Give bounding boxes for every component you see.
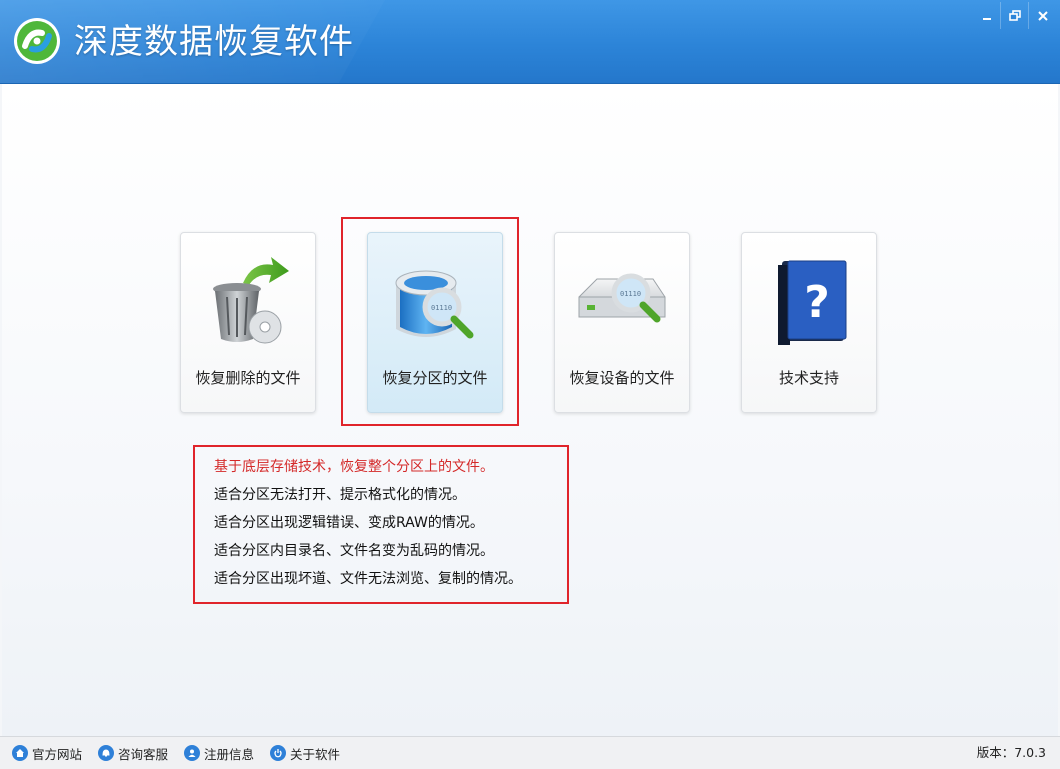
minimize-icon bbox=[982, 17, 991, 20]
recover-deleted-files-card[interactable]: 恢复删除的文件 bbox=[180, 232, 316, 413]
help-book-icon: ? bbox=[778, 260, 847, 345]
close-icon bbox=[1037, 10, 1048, 21]
description-line: 适合分区出现坏道、文件无法浏览、复制的情况。 bbox=[214, 571, 522, 587]
user-icon bbox=[184, 745, 200, 761]
status-link-label: 注册信息 bbox=[204, 746, 255, 762]
minimize-button[interactable] bbox=[973, 2, 1000, 29]
description-line: 适合分区无法打开、提示格式化的情况。 bbox=[214, 487, 466, 503]
device-search-icon: 01110 bbox=[578, 273, 666, 323]
status-link-label: 关于软件 bbox=[290, 746, 341, 762]
svg-text:01110: 01110 bbox=[620, 290, 641, 298]
power-icon bbox=[270, 745, 286, 761]
recycle-bin-icon bbox=[213, 257, 289, 344]
official-website-link[interactable]: 官方网站 bbox=[12, 743, 82, 763]
window-controls bbox=[973, 2, 1056, 29]
main-panel: 恢复删除的文件 01110 恢复分区的文件 01110 恢复设备的文件 ? 技术… bbox=[2, 84, 1058, 736]
svg-text:?: ? bbox=[804, 277, 830, 328]
app-title: 深度数据恢复软件 bbox=[74, 22, 354, 62]
home-icon bbox=[12, 745, 28, 761]
about-software-link[interactable]: 关于软件 bbox=[270, 743, 340, 763]
bell-icon bbox=[98, 745, 114, 761]
status-link-label: 咨询客服 bbox=[118, 746, 169, 762]
feature-description: 基于底层存储技术，恢复整个分区上的文件。 适合分区无法打开、提示格式化的情况。 … bbox=[193, 445, 569, 604]
selected-card-highlight bbox=[341, 217, 519, 426]
app-logo-icon bbox=[14, 18, 60, 64]
card-label: 恢复设备的文件 bbox=[569, 369, 675, 387]
customer-service-link[interactable]: 咨询客服 bbox=[98, 743, 168, 763]
restore-button[interactable] bbox=[1000, 2, 1028, 29]
description-line: 适合分区出现逻辑错误、变成RAW的情况。 bbox=[214, 515, 484, 531]
title-bar: 深度数据恢复软件 bbox=[0, 0, 1060, 84]
version-label: 版本：7.0.3 bbox=[976, 745, 1046, 760]
close-button[interactable] bbox=[1028, 2, 1056, 29]
card-label: 恢复删除的文件 bbox=[195, 369, 301, 387]
tech-support-card[interactable]: ? 技术支持 bbox=[741, 232, 877, 413]
status-bar: 官方网站 咨询客服 注册信息 关于软件 版本：7.0.3 bbox=[0, 736, 1060, 769]
description-line: 适合分区内目录名、文件名变为乱码的情况。 bbox=[214, 543, 494, 559]
restore-icon bbox=[1008, 9, 1021, 21]
registration-info-link[interactable]: 注册信息 bbox=[184, 743, 254, 763]
card-label: 技术支持 bbox=[778, 369, 839, 387]
recover-device-files-card[interactable]: 01110 恢复设备的文件 bbox=[554, 232, 690, 413]
status-link-label: 官方网站 bbox=[32, 746, 83, 762]
description-line: 基于底层存储技术，恢复整个分区上的文件。 bbox=[214, 459, 494, 475]
